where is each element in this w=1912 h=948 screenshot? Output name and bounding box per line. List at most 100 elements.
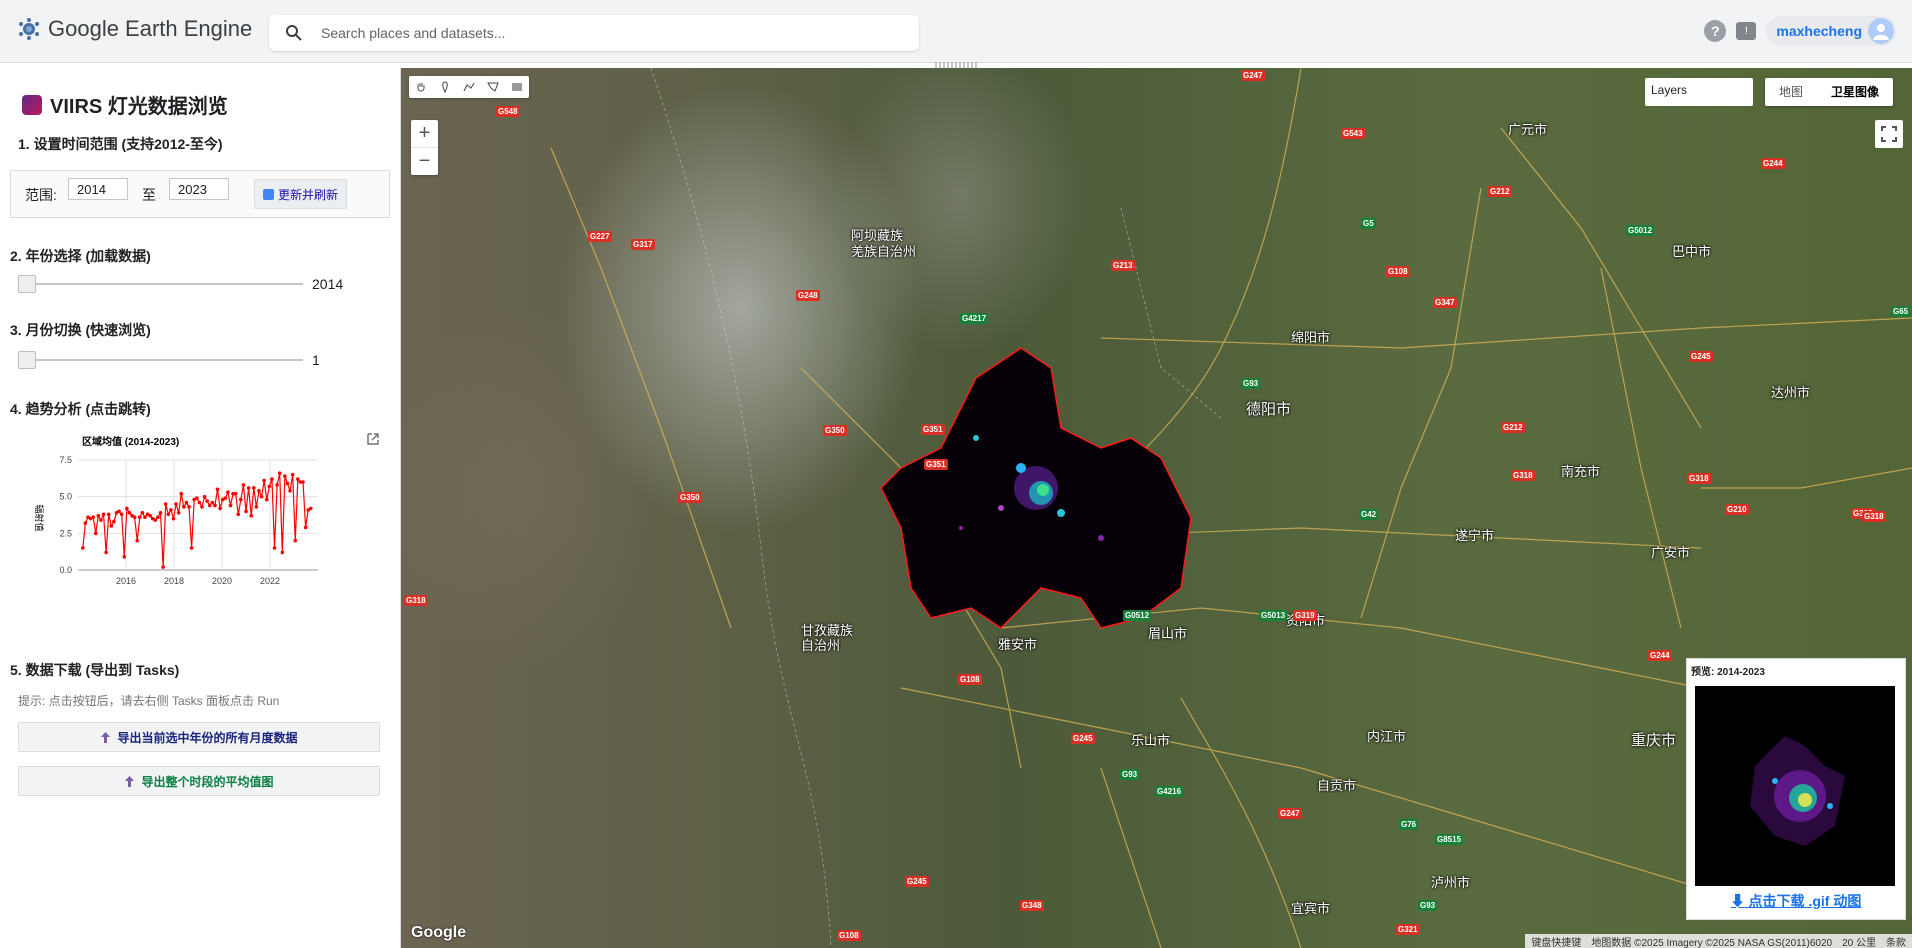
route-tag: G248 [796,290,820,301]
to-label: 至 [142,187,156,203]
chart-point [249,513,254,518]
route-tag: G318 [1862,511,1886,522]
month-slider-track[interactable] [18,359,303,361]
account-button[interactable]: maxhecheng [1766,16,1896,46]
route-tag: G210 [1725,504,1749,515]
export-monthly-button[interactable]: 导出当前选中年份的所有月度数据 [18,722,380,752]
section-time-range: 1. 设置时间范围 (支持2012-至今) [18,136,223,152]
route-tag: G321 [1396,924,1420,935]
export-mean-label: 导出整个时段的平均值图 [141,774,274,789]
chart-point [153,518,158,522]
year-slider-track[interactable] [18,283,303,285]
app-logo[interactable]: Google Earth Engine [18,16,252,42]
search-bar[interactable] [269,15,919,51]
section-year: 2. 年份选择 (加载数据) [10,248,151,264]
chart-point [280,550,285,555]
place-label: 南充市 [1561,464,1601,479]
fullscreen-icon[interactable] [1875,120,1903,148]
map-canvas[interactable]: + − Layers 地图 卫星图像 广元市 阿坝藏族 羌族自治州 绵阳市 德阳… [401,68,1912,948]
draw-shape-icon[interactable] [481,76,505,98]
panel-title: VIIRS 灯光数据浏览 [22,90,228,119]
chart-point [246,486,251,490]
chart-point [226,490,230,495]
layers-button[interactable]: Layers [1645,78,1753,106]
chart-point [184,500,189,505]
route-tag: G350 [678,492,702,503]
route-tag: G245 [1071,733,1095,744]
keyboard-shortcuts-link[interactable]: 键盘快捷键 [1531,934,1581,948]
ui-panel: VIIRS 灯光数据浏览 1. 设置时间范围 (支持2012-至今) 范围: 2… [0,68,401,948]
route-tag: G4216 [1155,786,1184,797]
chart-title: 区域均值 (2014-2023) [82,435,179,448]
export-monthly-label: 导出当前选中年份的所有月度数据 [117,730,298,745]
avatar-icon [1868,18,1894,44]
export-mean-button[interactable]: 导出整个时段的平均值图 [18,766,380,796]
map-type-satellite-button[interactable]: 卫星图像 [1817,78,1893,106]
chart-point [104,550,108,555]
chart-point [202,494,207,499]
route-tag: G543 [1341,128,1365,139]
chart-ytick-label: 2.5 [59,528,72,538]
export-icon [101,731,111,743]
map-type-map-button[interactable]: 地图 [1765,78,1817,106]
map-data-text: 地图数据 ©2025 Imagery ©2025 NASA GS(2011)60… [1591,937,1833,948]
year-slider-handle[interactable] [18,275,36,293]
chart-ytick-label: 0.0 [59,565,72,575]
chart-point [233,491,238,496]
user-name: maxhecheng [1776,23,1862,39]
refresh-button-label: 更新并刷新 [278,187,339,202]
chart-point [254,505,259,509]
chart-point [195,496,199,500]
chart-point [303,525,308,530]
feedback-icon[interactable]: ! [1736,22,1757,40]
place-label: 自治州 [801,638,841,653]
chart-point [218,506,222,511]
place-label: 雅安市 [998,637,1038,652]
preview-title: 预览: 2014-2023 [1691,667,1765,678]
chart-point [239,497,243,502]
chart-point [117,509,121,514]
draw-line-icon[interactable] [457,76,481,98]
app-title: Google Earth Engine [48,16,253,41]
end-year-input[interactable]: 2023 [169,178,229,200]
draw-rectangle-icon[interactable] [505,76,529,98]
route-tag: G227 [588,231,612,242]
help-icon[interactable]: ? [1704,20,1727,42]
search-input[interactable] [319,24,919,42]
chart-point [223,496,228,500]
start-year-input[interactable]: 2014 [68,178,128,200]
zoom-in-button[interactable]: + [411,120,438,147]
trend-chart-svg: 区域均值 (2014-2023) 辐射值 0.0 2.5 5.0 7.5 2016 2018 2… [34,435,318,586]
route-tag: G5012 [1626,225,1655,236]
chart-point [207,503,212,508]
add-marker-icon[interactable] [433,76,457,98]
chart-point [205,499,209,503]
google-logo: Google [411,924,467,941]
download-gif-link[interactable]: ⬇ 点击下载 .gif 动图 [1687,891,1905,911]
month-slider-handle[interactable] [18,351,36,369]
chart-point [99,518,103,522]
chart-point [197,500,202,505]
refresh-button[interactable]: 更新并刷新 [254,179,348,209]
chart-point [288,489,292,493]
zoom-out-button[interactable]: − [411,147,438,175]
route-tag: G244 [1761,158,1785,169]
map-type-control: 地图 卫星图像 [1765,78,1894,106]
route-tag: G350 [823,425,847,436]
route-tag: G5013 [1259,610,1288,621]
pan-hand-icon[interactable] [409,76,433,98]
trend-chart[interactable]: 区域均值 (2014-2023) 辐射值 0.0 2.5 5.0 7.5 2016 2018 2… [18,418,388,688]
terms-link[interactable]: 条款 [1886,934,1906,948]
route-tag: G42 [1359,509,1379,520]
chart-point [270,477,274,481]
route-tag: G213 [1111,260,1135,271]
chart-point [285,481,290,486]
route-tag: G317 [631,239,655,250]
route-tag: G0512 [1123,610,1152,621]
route-tag: G93 [1241,378,1261,389]
route-tag: G244 [1648,650,1672,661]
chart-point [161,565,165,569]
route-tag: G548 [496,106,520,117]
chart-point [293,538,298,543]
preview-panel: 预览: 2014-2023 ⬇ 点击下载 .gif 动图 [1686,658,1906,920]
